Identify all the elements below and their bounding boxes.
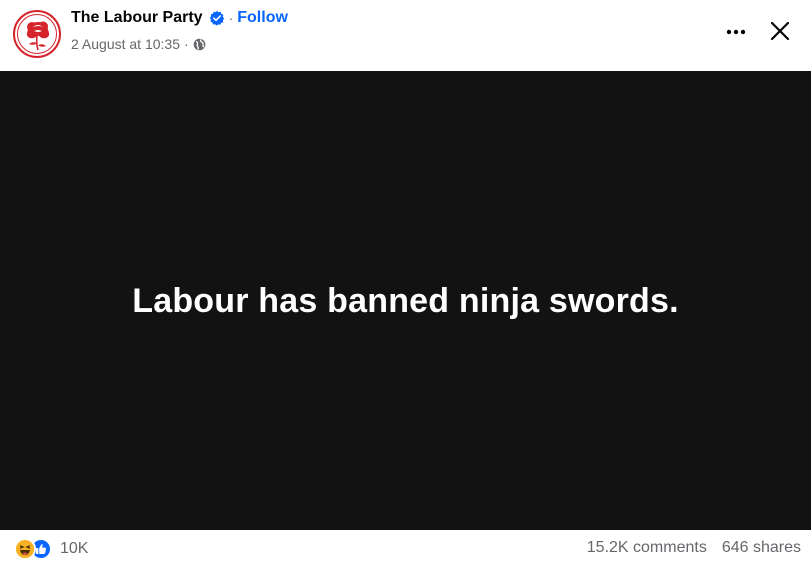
author-name[interactable]: The Labour Party (71, 9, 203, 27)
post-media[interactable]: Labour has banned ninja swords. (0, 71, 811, 530)
globe-icon[interactable] (193, 38, 206, 51)
more-options-icon (726, 29, 746, 35)
post-timestamp[interactable]: 2 August at 10:35 (71, 36, 180, 52)
engagement-stats: 15.2K comments 646 shares (587, 539, 801, 557)
verified-badge-icon (209, 10, 225, 26)
labour-rose-logo (13, 10, 61, 58)
post-meta: 2 August at 10:35 · (71, 36, 206, 52)
close-button[interactable] (765, 16, 795, 46)
post-header: The Labour Party · Follow 2 August at 10… (0, 0, 811, 71)
shares-count[interactable]: 646 shares (722, 539, 801, 557)
author-row: The Labour Party · Follow (71, 9, 288, 27)
post-text: Labour has banned ninja swords. (132, 282, 679, 320)
post-footer: 10K 15.2K comments 646 shares (0, 530, 811, 568)
close-icon (770, 21, 790, 41)
page-avatar[interactable] (13, 10, 61, 58)
follow-button[interactable]: Follow (237, 9, 288, 27)
reactions-summary[interactable]: 10K (14, 538, 88, 560)
comments-count[interactable]: 15.2K comments (587, 539, 707, 557)
more-options-button[interactable] (722, 20, 750, 44)
meta-separator: · (183, 36, 189, 52)
haha-icon (14, 538, 36, 560)
reaction-count: 10K (60, 540, 89, 557)
separator-dot: · (228, 10, 234, 26)
